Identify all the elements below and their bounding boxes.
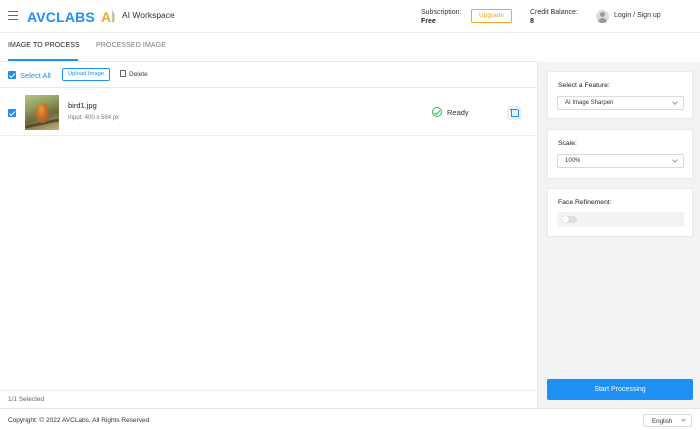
- file-status: Ready: [447, 108, 469, 117]
- start-processing-button[interactable]: Start Processing: [547, 379, 693, 400]
- trash-icon: [120, 70, 126, 77]
- feature-select[interactable]: AI Image Sharpen: [557, 96, 684, 110]
- top-header: AVCLABS AI AI Workspace Subscription: Fre…: [0, 0, 700, 33]
- language-value: English: [652, 418, 673, 425]
- upgrade-button[interactable]: Upgrade: [471, 9, 512, 23]
- header-divider: [112, 10, 113, 23]
- subscription-value: Free: [421, 18, 436, 25]
- face-refinement-title: Face Refinement:: [558, 199, 612, 206]
- upload-image-button[interactable]: Upload Image: [62, 68, 110, 81]
- file-checkbox[interactable]: [8, 109, 16, 117]
- user-avatar-icon[interactable]: [596, 10, 609, 23]
- file-toolbar: Select All Upload Image Delete: [0, 62, 537, 88]
- delete-button[interactable]: Delete: [120, 70, 148, 78]
- scale-title: Scale:: [558, 140, 577, 147]
- workspace-title: AI Workspace: [122, 10, 175, 20]
- thumbnail-bird: [36, 103, 49, 123]
- file-row: bird1.jpg Input: 400 x 584 px Ready: [0, 88, 537, 136]
- login-link[interactable]: Login / Sign up: [614, 12, 661, 19]
- chevron-down-icon: [681, 417, 686, 422]
- subscription-info: Subscription: Free: [421, 8, 461, 26]
- scale-select-value: 100%: [565, 158, 581, 164]
- ready-check-icon: [432, 107, 442, 117]
- scale-card: Scale: 100%: [547, 129, 693, 179]
- file-thumbnail[interactable]: [25, 95, 59, 130]
- copyright-text: Copyright: © 2022 AVCLabs. All Rights Re…: [8, 417, 150, 424]
- feature-card: Select a Feature: AI Image Sharpen: [547, 71, 693, 119]
- language-select[interactable]: English: [643, 414, 692, 427]
- active-tab-indicator: [8, 59, 78, 61]
- delete-label: Delete: [129, 71, 148, 78]
- menu-icon[interactable]: [8, 11, 18, 20]
- tab-image-to-process[interactable]: IMAGE TO PROCESS: [8, 42, 80, 49]
- brand-logo: AVCLABS AI: [27, 9, 116, 25]
- chevron-down-icon: [672, 157, 678, 163]
- face-refinement-card: Face Refinement:: [547, 188, 693, 237]
- face-refinement-toggle[interactable]: [562, 216, 577, 223]
- file-name: bird1.jpg: [68, 101, 97, 110]
- feature-title: Select a Feature:: [558, 82, 610, 89]
- credit-value: 8: [530, 18, 534, 25]
- file-input-info: Input: 400 x 584 px: [68, 115, 120, 121]
- row-delete-icon[interactable]: [507, 106, 521, 120]
- chevron-down-icon: [672, 99, 678, 105]
- tab-processed-image[interactable]: PROCESSED IMAGE: [96, 42, 166, 49]
- feature-select-value: AI Image Sharpen: [565, 100, 614, 106]
- face-refinement-row: [557, 212, 684, 227]
- page-footer: Copyright: © 2022 AVCLabs. All Rights Re…: [0, 408, 700, 430]
- tab-bar: IMAGE TO PROCESS PROCESSED IMAGE: [0, 33, 537, 62]
- subscription-label: Subscription:: [421, 9, 462, 16]
- credit-balance: Credit Balance: 8: [530, 8, 578, 26]
- selection-count: 1/1 Selected: [0, 390, 537, 408]
- credit-label: Credit Balance:: [530, 9, 578, 16]
- select-all-checkbox[interactable]: [8, 71, 16, 79]
- settings-panel: Select a Feature: AI Image Sharpen Scale…: [537, 62, 700, 408]
- scale-select[interactable]: 100%: [557, 154, 684, 168]
- select-all-label[interactable]: Select All: [20, 71, 51, 80]
